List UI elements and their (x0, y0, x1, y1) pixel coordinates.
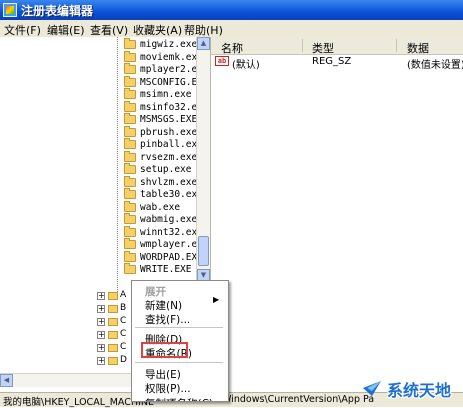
tree-vertical-scrollbar[interactable]: ▲ ▼ (196, 37, 210, 282)
folder-icon (108, 305, 118, 313)
scroll-thumb[interactable] (198, 236, 209, 266)
values-list[interactable]: 名称 类型 数据 ab (默认) REG_SZ (数值未设置) (211, 37, 463, 373)
menu-permissions[interactable]: 权限(P)... (145, 381, 191, 396)
folder-icon (108, 331, 118, 339)
menu-file[interactable]: 文件(F) (4, 22, 41, 38)
menu-export[interactable]: 导出(E) (145, 367, 181, 382)
list-row[interactable]: ab (默认) REG_SZ (数值未设置) (211, 54, 463, 71)
title-bar: 注册表编辑器 (0, 0, 463, 20)
menu-favorites[interactable]: 收藏夹(A) (133, 22, 182, 38)
folder-icon (124, 151, 136, 162)
tree-item-partial[interactable]: A (120, 290, 126, 300)
folder-icon (124, 213, 136, 224)
tree-item-partial[interactable]: D (120, 355, 127, 365)
folder-icon (124, 201, 136, 212)
folder-icon (124, 226, 136, 237)
tree-connector (117, 37, 118, 292)
folder-icon (124, 238, 136, 249)
expand-icon[interactable]: + (97, 292, 105, 300)
folder-icon (108, 292, 118, 300)
value-name: (默认) (232, 60, 260, 71)
value-type: REG_SZ (312, 56, 352, 67)
submenu-arrow-icon: ▶ (213, 295, 220, 304)
folder-icon (108, 344, 118, 352)
regedit-app-icon (3, 3, 17, 17)
tree-item-partial[interactable]: C (120, 329, 126, 339)
menu-help[interactable]: 帮助(H) (184, 22, 223, 38)
menu-view[interactable]: 查看(V) (90, 22, 128, 38)
folder-icon (124, 176, 136, 187)
watermark: 系统天地 (355, 376, 463, 400)
menu-edit[interactable]: 编辑(E) (47, 22, 85, 38)
menu-bar: 文件(F) 编辑(E) 查看(V) 收藏夹(A) 帮助(H) (0, 20, 463, 38)
expand-icon[interactable]: + (97, 344, 105, 352)
folder-icon (124, 126, 136, 137)
folder-icon (124, 263, 136, 274)
folder-icon (124, 251, 136, 262)
folder-icon (124, 88, 136, 99)
watermark-logo-icon (363, 381, 381, 396)
folder-icon (124, 188, 136, 199)
folder-icon (124, 63, 136, 74)
value-data: (数值未设置) (407, 60, 463, 71)
expand-icon[interactable]: + (97, 305, 105, 313)
menu-new[interactable]: 新建(N) (145, 298, 182, 313)
scroll-left-icon[interactable]: ◀ (0, 374, 13, 387)
column-divider[interactable] (396, 39, 397, 52)
string-value-icon: ab (215, 56, 229, 66)
folder-icon (124, 101, 136, 112)
expand-icon[interactable]: + (97, 357, 105, 365)
scroll-up-icon[interactable]: ▲ (197, 37, 210, 50)
column-divider[interactable] (302, 39, 303, 52)
tree-item-partial[interactable]: C (120, 342, 126, 352)
folder-icon (108, 357, 118, 365)
menu-copy-key-name[interactable]: 复制项名称(C) (145, 396, 213, 401)
expand-icon[interactable]: + (97, 331, 105, 339)
tree-item-partial[interactable]: C (120, 316, 126, 326)
window-title: 注册表编辑器 (21, 4, 94, 18)
list-header: 名称 类型 数据 (211, 37, 463, 55)
folder-icon (124, 51, 136, 62)
watermark-text: 系统天地 (387, 381, 452, 400)
menu-separator (135, 362, 223, 363)
folder-icon (124, 163, 136, 174)
folder-icon (124, 113, 136, 124)
expand-icon[interactable]: + (97, 318, 105, 326)
menu-find[interactable]: 查找(F)... (145, 312, 190, 327)
menu-expand[interactable]: 展开 (145, 284, 166, 299)
folder-icon (108, 318, 118, 326)
tree-item-partial[interactable]: B (120, 303, 126, 313)
status-path-tail: Windows\CurrentVersion\App Pa (222, 394, 375, 405)
rename-highlight-box (141, 342, 188, 358)
folder-icon (124, 138, 136, 149)
folder-icon (124, 38, 136, 49)
folder-icon (124, 76, 136, 87)
menu-separator (135, 327, 223, 328)
